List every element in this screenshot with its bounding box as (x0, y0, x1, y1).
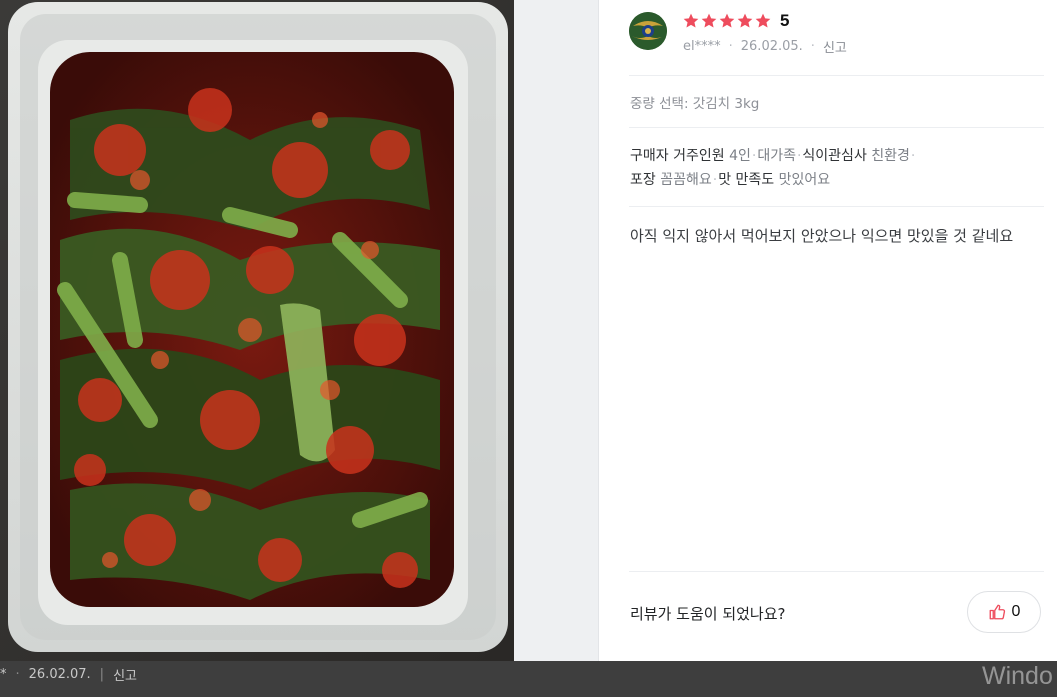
rating-value: 5 (780, 11, 790, 30)
tag-separator: · (910, 148, 916, 164)
review-date: 26.02.05. (740, 39, 803, 54)
report-link[interactable]: 신고 (823, 37, 847, 56)
tag-key: 구매자 거주인원 (630, 148, 725, 164)
tag-row: 포장 꼼꼼해요·맛 만족도 맛있어요 (630, 168, 1050, 192)
star-icon (683, 13, 699, 28)
tag-row: 구매자 거주인원 4인·대가족·식이관심사 친환경· (630, 144, 1050, 168)
rating-stars: 5 (682, 10, 789, 32)
divider (629, 127, 1044, 128)
masked-username: * (0, 667, 7, 682)
star-icon (701, 13, 717, 28)
review-panel: 5 el**** · 26.02.05. · 신고 중량 선택: 갓김치 3kg… (599, 0, 1057, 661)
meta-separator: · (810, 39, 815, 54)
review-page: 5 el**** · 26.02.05. · 신고 중량 선택: 갓김치 3kg… (0, 0, 1057, 697)
divider (629, 571, 1044, 572)
star-icon (755, 13, 771, 28)
photo-panel (0, 0, 598, 661)
tag-value: 4인 (729, 148, 751, 164)
next-review-date: 26.02.07. (28, 667, 91, 682)
tag-key: 식이관심사 (802, 148, 867, 164)
windows-activation-watermark: Windo (982, 662, 1053, 690)
tag-separator: · (751, 148, 757, 164)
purchase-option: 중량 선택: 갓김치 3kg (630, 96, 760, 112)
tag-separator: · (796, 148, 802, 164)
star-icon (719, 13, 735, 28)
divider (629, 206, 1044, 207)
divider (629, 75, 1044, 76)
review-meta: el**** · 26.02.05. · 신고 (683, 37, 847, 56)
tag-value: 친환경 (871, 148, 910, 164)
meta-separator: | (99, 667, 105, 682)
bottom-strip: * · 26.02.07. | 신고 Windo (0, 661, 1057, 697)
like-count: 0 (1011, 603, 1021, 620)
username: el**** (683, 39, 721, 54)
review-photo[interactable] (0, 0, 514, 661)
tag-value: 대가족 (757, 148, 796, 164)
helpful-like-button[interactable]: 0 (967, 591, 1041, 633)
thumbs-up-icon (989, 604, 1005, 620)
meta-separator: · (728, 39, 733, 54)
user-avatar-icon (629, 12, 667, 50)
tag-key: 포장 (630, 172, 656, 188)
tag-separator: · (712, 172, 718, 188)
next-report-link[interactable]: 신고 (113, 665, 137, 684)
tag-key: 맛 만족도 (718, 172, 775, 188)
review-body: 아직 익지 않아서 먹어보지 안았으나 익으면 맛있을 것 같네요 (630, 227, 1014, 245)
buyer-tags: 구매자 거주인원 4인·대가족·식이관심사 친환경· 포장 꼼꼼해요·맛 만족도… (630, 144, 1050, 192)
helpful-question: 리뷰가 도움이 되었나요? (630, 605, 786, 623)
tag-value: 맛있어요 (778, 172, 831, 188)
meta-separator: · (15, 667, 20, 682)
next-review-meta: * · 26.02.07. | 신고 (0, 665, 137, 684)
star-icon (737, 13, 753, 28)
tag-value: 꼼꼼해요 (660, 172, 712, 188)
kimchi-image (0, 0, 514, 661)
